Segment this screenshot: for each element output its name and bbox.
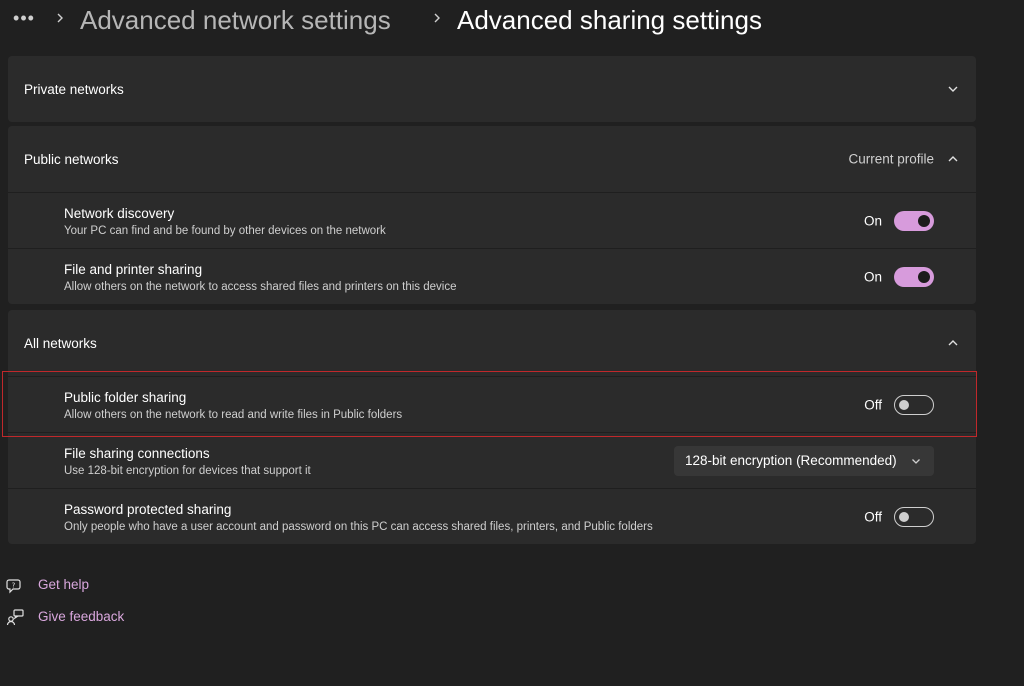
password-protected-sharing-description: Only people who have a user account and … bbox=[64, 521, 653, 533]
password-protected-sharing-state: Off bbox=[864, 509, 882, 524]
chevron-up-icon[interactable] bbox=[946, 152, 960, 166]
give-feedback-link[interactable]: Give feedback bbox=[0, 605, 200, 629]
public-folder-sharing-description: Allow others on the network to read and … bbox=[64, 409, 403, 421]
password-protected-sharing-row: Password protected sharing Only people w… bbox=[8, 488, 976, 544]
feedback-icon bbox=[6, 609, 24, 626]
all-networks-card: All networks Public folder sharing Allow… bbox=[8, 310, 976, 544]
breadcrumb: ••• Advanced network settings Advanced s… bbox=[0, 0, 1024, 40]
page-title: Advanced sharing settings bbox=[457, 5, 762, 35]
chevron-right-icon bbox=[430, 6, 444, 30]
more-options-icon[interactable]: ••• bbox=[12, 6, 36, 30]
private-networks-card: Private networks bbox=[8, 56, 976, 122]
file-printer-sharing-title: File and printer sharing bbox=[64, 262, 203, 277]
public-folder-sharing-toggle[interactable] bbox=[894, 394, 934, 415]
file-sharing-connections-description: Use 128-bit encryption for devices that … bbox=[64, 465, 311, 477]
all-networks-header[interactable]: All networks bbox=[8, 310, 976, 376]
file-sharing-connections-title: File sharing connections bbox=[64, 446, 210, 461]
chevron-down-icon[interactable] bbox=[946, 82, 960, 96]
give-feedback-label: Give feedback bbox=[38, 609, 125, 624]
get-help-label: Get help bbox=[38, 577, 90, 592]
public-networks-label: Public networks bbox=[24, 151, 119, 167]
chevron-up-icon[interactable] bbox=[946, 336, 960, 350]
file-printer-sharing-description: Allow others on the network to access sh… bbox=[64, 281, 457, 293]
password-protected-sharing-title: Password protected sharing bbox=[64, 502, 232, 517]
public-networks-header[interactable]: Public networks Current profile bbox=[8, 126, 976, 192]
svg-text:?: ? bbox=[12, 582, 16, 590]
network-discovery-description: Your PC can find and be found by other d… bbox=[64, 225, 386, 237]
help-chat-icon: ? bbox=[6, 579, 21, 594]
public-networks-card: Public networks Current profile Network … bbox=[8, 126, 976, 304]
password-protected-sharing-toggle[interactable] bbox=[894, 506, 934, 527]
public-folder-sharing-state: Off bbox=[864, 397, 882, 412]
network-discovery-title: Network discovery bbox=[64, 206, 175, 221]
breadcrumb-advanced-network-settings[interactable]: Advanced network settings bbox=[80, 3, 391, 37]
file-printer-sharing-toggle[interactable] bbox=[894, 266, 934, 287]
chevron-down-icon bbox=[912, 458, 920, 464]
toggle-knob bbox=[899, 399, 909, 410]
encryption-selected-value: 128-bit encryption (Recommended) bbox=[685, 453, 897, 468]
toggle-knob bbox=[918, 214, 930, 227]
public-folder-sharing-title: Public folder sharing bbox=[64, 390, 187, 405]
all-networks-label: All networks bbox=[24, 335, 97, 351]
file-printer-sharing-row: File and printer sharing Allow others on… bbox=[8, 248, 976, 304]
get-help-link[interactable]: ? Get help bbox=[0, 573, 200, 597]
encryption-dropdown[interactable]: 128-bit encryption (Recommended) bbox=[674, 445, 934, 476]
chevron-right-icon bbox=[53, 6, 67, 30]
file-sharing-connections-row: File sharing connections Use 128-bit enc… bbox=[8, 432, 976, 488]
private-networks-label: Private networks bbox=[24, 81, 124, 97]
current-profile-tag: Current profile bbox=[848, 151, 934, 167]
network-discovery-state: On bbox=[863, 213, 882, 228]
file-printer-sharing-state: On bbox=[863, 269, 882, 284]
private-networks-header[interactable]: Private networks bbox=[8, 56, 976, 122]
public-folder-sharing-row: Public folder sharing Allow others on th… bbox=[8, 376, 976, 432]
network-discovery-toggle[interactable] bbox=[894, 210, 934, 231]
network-discovery-row: Network discovery Your PC can find and b… bbox=[8, 192, 976, 248]
toggle-knob bbox=[918, 270, 930, 283]
toggle-knob bbox=[899, 511, 909, 522]
